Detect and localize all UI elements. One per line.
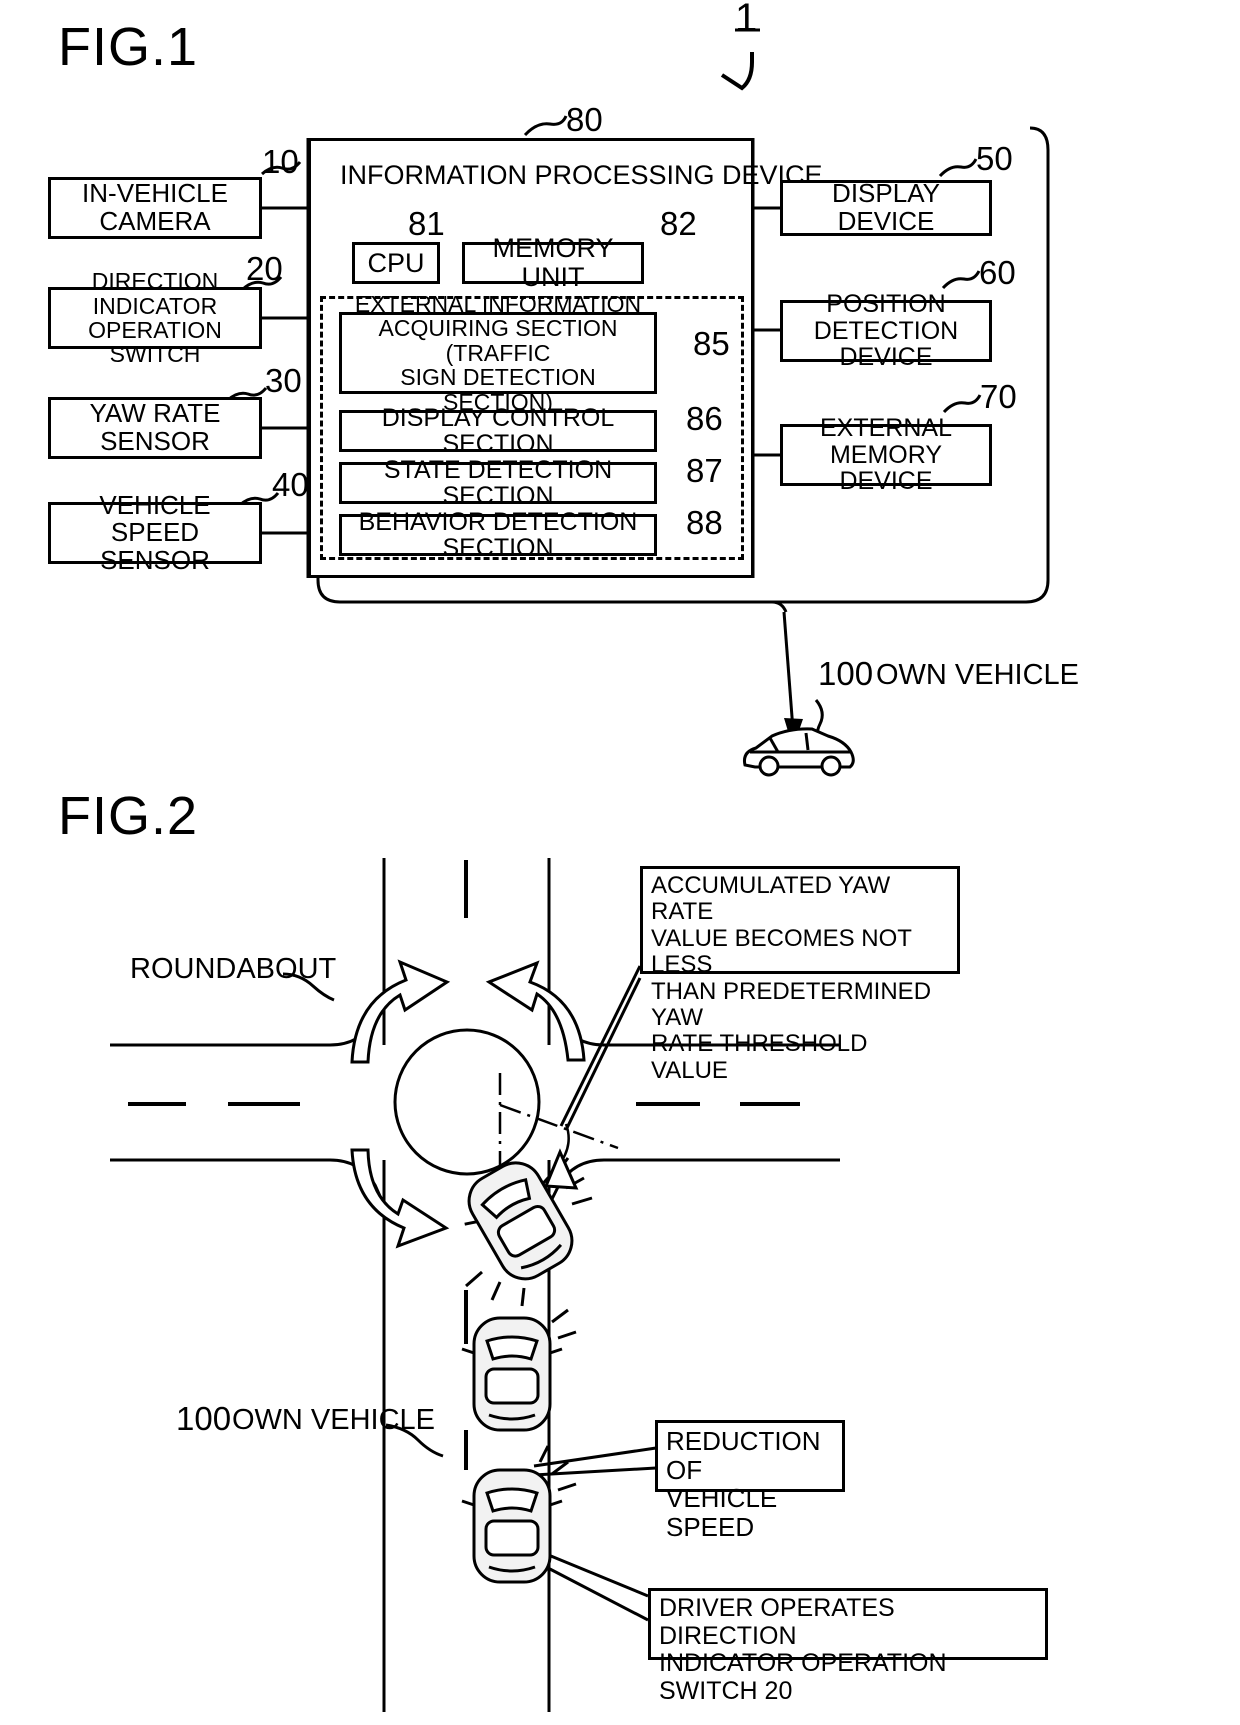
block-memory-unit[interactable]: MEMORY UNIT (462, 234, 644, 291)
block-in-vehicle-camera-label: IN-VEHICLE CAMERA (82, 178, 228, 236)
block-position-detection-device-label: POSITION DETECTION DEVICE (813, 290, 959, 372)
ref-20: 20 (246, 250, 283, 287)
block-vehicle-speed-sensor-label: VEHICLE SPEED SENSOR (99, 489, 211, 575)
block-external-memory-device[interactable]: EXTERNAL MEMORY DEVICE (780, 415, 992, 494)
roundabout-label: ROUNDABOUT (130, 953, 337, 985)
block-external-information-acquiring-section[interactable]: EXTERNAL INFORMATION ACQUIRING SECTION (… (339, 292, 657, 414)
own-vehicle-label-fig1: OWN VEHICLE (876, 659, 1080, 691)
block-yaw-rate-sensor[interactable]: YAW RATE SENSOR (48, 397, 262, 459)
block-in-vehicle-camera[interactable]: IN-VEHICLE CAMERA (48, 177, 262, 239)
ref-88: 88 (686, 504, 723, 541)
ref-85: 85 (693, 325, 730, 362)
block-memory-unit-label: MEMORY UNIT (492, 233, 614, 292)
block-cpu-label: CPU (367, 247, 425, 278)
block-display-device[interactable]: DISPLAY DEVICE (780, 180, 992, 236)
ref-81: 81 (408, 205, 445, 242)
block-display-device-label: DISPLAY DEVICE (832, 178, 940, 236)
callout-reduction-of-vehicle-speed: REDUCTION OF VEHICLE SPEED (655, 1420, 845, 1541)
block-display-control-section[interactable]: DISPLAY CONTROL SECTION (339, 404, 657, 457)
callout-accumulated-yaw-rate-text: ACCUMULATED YAW RATE VALUE BECOMES NOT L… (651, 872, 932, 1084)
block-display-control-label: DISPLAY CONTROL SECTION (381, 403, 615, 458)
block-behavior-detection-section[interactable]: BEHAVIOR DETECTION SECTION (339, 508, 657, 561)
block-position-detection-device[interactable]: POSITION DETECTION DEVICE (780, 291, 992, 370)
block-cpu[interactable]: CPU (352, 242, 440, 284)
ref-70: 70 (980, 378, 1017, 415)
block-behavior-detection-label: BEHAVIOR DETECTION SECTION (358, 507, 638, 562)
own-vehicle-label-fig2: OWN VEHICLE (232, 1404, 436, 1436)
ref-100-fig1: 100 (818, 655, 874, 692)
block-external-memory-device-label: EXTERNAL MEMORY DEVICE (820, 414, 952, 496)
block-yaw-rate-sensor-label: YAW RATE SENSOR (89, 398, 221, 456)
ref-100-fig2: 100 (176, 1400, 232, 1437)
ref-87: 87 (686, 452, 723, 489)
ref-86: 86 (686, 400, 723, 437)
callout-driver-operates-direction-indicator: DRIVER OPERATES DIRECTION INDICATOR OPER… (648, 1588, 1048, 1704)
ref-50: 50 (976, 140, 1013, 177)
ref-40: 40 (272, 466, 309, 503)
ref-60: 60 (979, 254, 1016, 291)
block-state-detection-section[interactable]: STATE DETECTION SECTION (339, 456, 657, 509)
ref-30: 30 (265, 362, 302, 399)
block-direction-indicator-operation-switch[interactable]: DIRECTION INDICATOR OPERATION SWITCH (48, 269, 262, 367)
callout-accumulated-yaw-rate: ACCUMULATED YAW RATE VALUE BECOMES NOT L… (640, 866, 960, 1083)
ref-82: 82 (660, 205, 697, 242)
block-external-information-acquiring-label: EXTERNAL INFORMATION ACQUIRING SECTION (… (354, 291, 642, 415)
ref-10: 10 (262, 143, 299, 180)
block-direction-indicator-label: DIRECTION INDICATOR OPERATION SWITCH (88, 268, 222, 368)
block-state-detection-label: STATE DETECTION SECTION (383, 455, 613, 510)
block-vehicle-speed-sensor[interactable]: VEHICLE SPEED SENSOR (48, 491, 262, 574)
figure-2-title: FIG.2 (58, 786, 199, 846)
information-processing-device-title: INFORMATION PROCESSING DEVICE (340, 160, 823, 190)
callout-driver-operates-text: DRIVER OPERATES DIRECTION INDICATOR OPER… (659, 1594, 947, 1705)
ref-system-1: 1 (735, 0, 758, 40)
callout-reduction-of-vehicle-speed-text: REDUCTION OF VEHICLE SPEED (666, 1426, 821, 1542)
ref-80: 80 (566, 101, 603, 138)
